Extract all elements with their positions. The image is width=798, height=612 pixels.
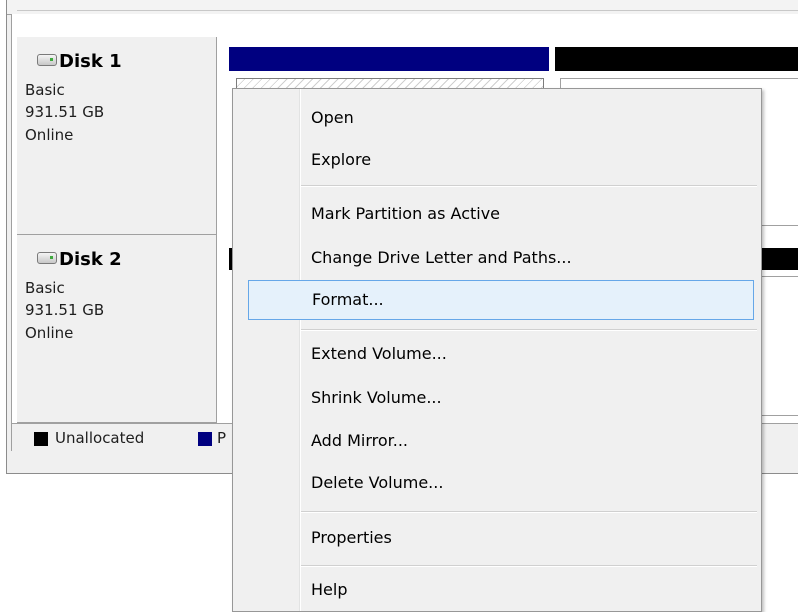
disk-1-name: Disk 1 [59, 51, 122, 72]
menu-item-shrink-volume[interactable]: Shrink Volume... [233, 378, 761, 418]
disk-2-type: Basic [25, 279, 65, 297]
menu-item-help[interactable]: Help [233, 570, 761, 610]
disk-2-title: Disk 2 [37, 249, 122, 270]
hard-disk-icon [37, 53, 57, 66]
disk-1-type: Basic [25, 81, 65, 99]
disk-2-status: Online [25, 324, 74, 342]
disk-1-info[interactable]: Disk 1 Basic 931.51 GB Online [17, 37, 217, 235]
menu-item-explore[interactable]: Explore [233, 140, 761, 180]
menu-item-mark-partition-active[interactable]: Mark Partition as Active [233, 194, 761, 234]
disk-2-name: Disk 2 [59, 249, 122, 270]
disk-1-title: Disk 1 [37, 51, 122, 72]
menu-separator [301, 511, 757, 513]
menu-item-change-drive-letter[interactable]: Change Drive Letter and Paths... [233, 238, 761, 278]
disk-1-partition-header-primary[interactable] [229, 47, 549, 71]
legend-primary-label: P [217, 429, 227, 447]
disk-1-status: Online [25, 126, 74, 144]
disk-1-partition-header-unallocated[interactable] [555, 47, 798, 71]
volume-list-bottom-edge [7, 0, 798, 15]
unallocated-swatch [34, 432, 48, 446]
volume-context-menu: Open Explore Mark Partition as Active Ch… [232, 88, 762, 612]
menu-item-open[interactable]: Open [233, 98, 761, 138]
menu-item-delete-volume[interactable]: Delete Volume... [233, 463, 761, 503]
menu-separator [301, 565, 757, 567]
menu-item-format[interactable]: Format... [248, 280, 754, 320]
menu-item-properties[interactable]: Properties [233, 518, 761, 558]
menu-item-add-mirror[interactable]: Add Mirror... [233, 421, 761, 461]
disk-1-size: 931.51 GB [25, 103, 105, 121]
legend-unallocated-label: Unallocated [55, 429, 145, 447]
menu-separator [301, 185, 757, 187]
disk-2-info[interactable]: Disk 2 Basic 931.51 GB Online [17, 235, 217, 423]
primary-swatch [198, 432, 212, 446]
hard-disk-icon [37, 251, 57, 264]
menu-separator [301, 329, 757, 331]
disk-2-size: 931.51 GB [25, 301, 105, 319]
menu-item-extend-volume[interactable]: Extend Volume... [233, 334, 761, 374]
